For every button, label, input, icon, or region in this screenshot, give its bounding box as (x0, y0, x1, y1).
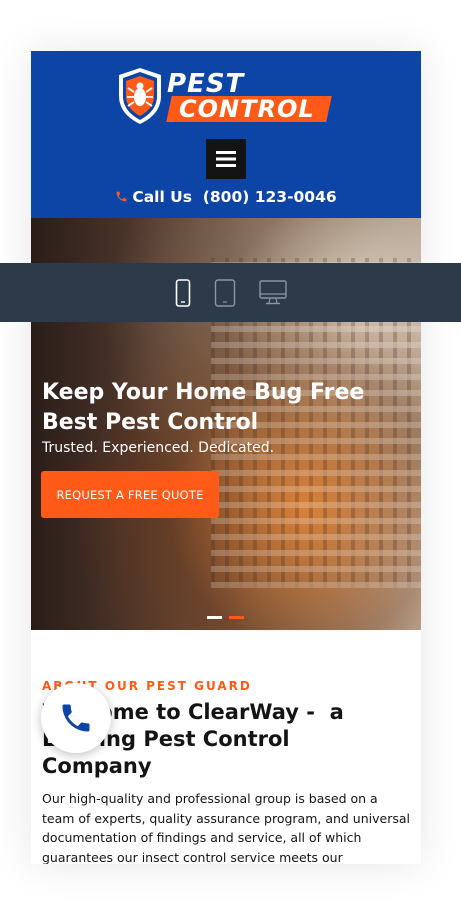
call-us-link[interactable]: Call Us (800) 123-0046 (31, 188, 421, 207)
about-title-line-3: Company (42, 754, 152, 778)
request-quote-button[interactable]: REQUEST A FREE QUOTE (41, 471, 219, 518)
phone-number: (800) 123-0046 (202, 188, 337, 206)
device-desktop-button[interactable] (258, 279, 287, 306)
hero-subtitle: Trusted. Experienced. Dedicated. (42, 440, 275, 456)
shield-bug-logo-icon (119, 68, 161, 124)
logo-word-pest: PEST (167, 69, 245, 99)
tablet-icon (214, 278, 235, 307)
floating-call-button[interactable] (41, 683, 111, 753)
call-us-label: Call Us (132, 188, 192, 206)
device-preview-bar (0, 263, 461, 322)
slider-pagination (207, 604, 251, 623)
desktop-icon (258, 279, 287, 304)
slider-dot-1[interactable] (207, 616, 222, 619)
site-logo[interactable]: PEST CONTROL (115, 66, 337, 128)
site-header: PEST CONTROL Call Us (800) 123-0046 (31, 51, 421, 218)
logo-word-control-text: CONTROL (179, 95, 315, 123)
mobile-icon (175, 278, 190, 307)
device-tablet-button[interactable] (214, 278, 236, 307)
hero-title-line-1: Keep Your Home Bug Free (42, 380, 365, 405)
logo-word-control: CONTROL (166, 95, 332, 123)
slider-dot-2[interactable] (229, 616, 244, 619)
hamburger-menu-icon (216, 151, 236, 167)
hero-title-line-2: Best Pest Control (42, 410, 259, 435)
device-mobile-button[interactable] (175, 278, 191, 307)
phone-icon (115, 189, 128, 207)
about-body-text: Our high-quality and professional group … (42, 791, 410, 864)
hero-title: Keep Your Home Bug Free Best Pest Contro… (42, 378, 412, 438)
floating-phone-icon (62, 704, 90, 732)
hamburger-menu-button[interactable] (206, 139, 246, 179)
